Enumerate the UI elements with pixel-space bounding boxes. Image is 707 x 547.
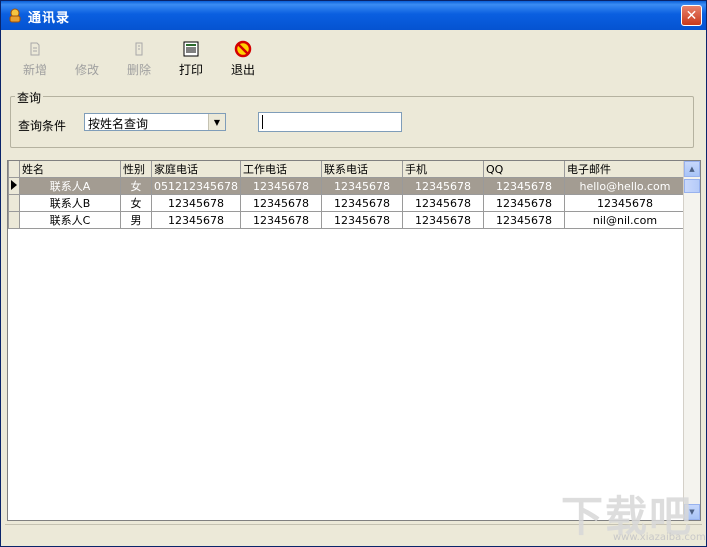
- column-header[interactable]: 电子邮件: [563, 161, 686, 178]
- exit-label: 退出: [230, 63, 255, 77]
- query-condition-label: 查询条件: [18, 119, 67, 133]
- table-cell[interactable]: 12345678: [320, 177, 403, 195]
- new-doc-icon: [30, 42, 40, 56]
- table-cell[interactable]: 12345678: [401, 194, 484, 212]
- close-button[interactable]: ✕: [681, 5, 702, 26]
- search-input[interactable]: [258, 112, 402, 132]
- row-selector-header: [8, 161, 20, 178]
- address-book-window: 通讯录 ✕ 新增 修改 删除 打印 退出 查询 查询条件 按姓名查询 ▼ 姓名 …: [0, 0, 707, 547]
- delete-label: 删除: [126, 63, 151, 77]
- scrollbar-thumb[interactable]: [684, 179, 700, 193]
- table-cell[interactable]: 12345678: [151, 211, 241, 229]
- table-cell[interactable]: 12345678: [239, 177, 322, 195]
- text-caret: [262, 115, 263, 129]
- column-header[interactable]: 工作电话: [239, 161, 322, 178]
- vertical-scrollbar[interactable]: ▲ ▼: [683, 161, 700, 520]
- column-header[interactable]: 家庭电话: [151, 161, 241, 178]
- query-group-title: 查询: [15, 89, 44, 106]
- print-icon: [183, 41, 199, 57]
- column-header[interactable]: 联系电话: [320, 161, 403, 178]
- query-condition-select[interactable]: 按姓名查询 ▼: [84, 113, 226, 131]
- print-button[interactable]: 打印: [165, 39, 217, 83]
- app-icon: [9, 8, 21, 23]
- title-bar[interactable]: 通讯录 ✕: [1, 1, 706, 30]
- table-cell[interactable]: 12345678: [401, 177, 484, 195]
- window-title: 通讯录: [28, 11, 71, 26]
- table-cell[interactable]: 12345678: [401, 211, 484, 229]
- delete-button[interactable]: 删除: [113, 39, 165, 83]
- row-selector[interactable]: [8, 177, 20, 195]
- table-cell[interactable]: 12345678: [151, 194, 241, 212]
- table-cell[interactable]: 联系人A: [19, 177, 121, 195]
- edit-icon: [77, 39, 97, 59]
- row-selector[interactable]: [8, 194, 20, 212]
- table-cell[interactable]: 12345678: [320, 194, 403, 212]
- row-selector[interactable]: [8, 211, 20, 229]
- add-button[interactable]: 新增: [9, 39, 61, 83]
- column-header[interactable]: 姓名: [19, 161, 121, 178]
- chevron-down-icon[interactable]: ▼: [208, 114, 225, 130]
- table-cell[interactable]: 女: [120, 177, 152, 195]
- table-cell[interactable]: 12345678: [482, 177, 565, 195]
- add-label: 新增: [22, 63, 47, 77]
- table-cell[interactable]: 联系人B: [19, 194, 121, 212]
- watermark-url: www.xiazaiba.com: [613, 532, 706, 543]
- edit-button[interactable]: 修改: [61, 39, 113, 83]
- table-row[interactable]: 联系人C 男 12345678 12345678 12345678 123456…: [8, 211, 686, 229]
- table-cell[interactable]: 12345678: [563, 194, 686, 212]
- close-icon: ✕: [685, 7, 698, 24]
- exit-icon: [234, 40, 252, 58]
- table-cell[interactable]: 12345678: [482, 211, 565, 229]
- delete-icon: [135, 42, 143, 56]
- column-header[interactable]: 性别: [120, 161, 152, 178]
- chevron-up-icon: ▲: [689, 165, 695, 173]
- table-cell[interactable]: 12345678: [239, 211, 322, 229]
- table-cell[interactable]: 男: [120, 211, 152, 229]
- table-cell[interactable]: 12345678: [482, 194, 565, 212]
- table-row[interactable]: 联系人B 女 12345678 12345678 12345678 123456…: [8, 194, 686, 212]
- table-cell[interactable]: 12345678: [320, 211, 403, 229]
- table-cell[interactable]: 女: [120, 194, 152, 212]
- current-row-arrow-icon: [11, 179, 17, 190]
- scroll-up-button[interactable]: ▲: [684, 161, 700, 177]
- column-header[interactable]: 手机: [401, 161, 484, 178]
- table-cell[interactable]: hello@hello.com: [563, 177, 686, 195]
- table-cell[interactable]: 联系人C: [19, 211, 121, 229]
- query-condition-value: 按姓名查询: [88, 117, 149, 131]
- table-cell[interactable]: 12345678: [239, 194, 322, 212]
- table-header-row: 姓名 性别 家庭电话 工作电话 联系电话 手机 QQ 电子邮件: [8, 161, 686, 178]
- edit-label: 修改: [74, 63, 99, 77]
- print-label: 打印: [178, 63, 203, 77]
- table-cell[interactable]: nil@nil.com: [563, 211, 686, 229]
- toolbar: 新增 修改 删除 打印 退出: [1, 31, 706, 83]
- table-cell[interactable]: 051212345678: [151, 177, 241, 195]
- contacts-grid[interactable]: 姓名 性别 家庭电话 工作电话 联系电话 手机 QQ 电子邮件 联系人A 女 0…: [7, 160, 701, 521]
- table-row[interactable]: 联系人A 女 051212345678 12345678 12345678 12…: [8, 177, 686, 195]
- exit-button[interactable]: 退出: [217, 39, 269, 83]
- contacts-table: 姓名 性别 家庭电话 工作电话 联系电话 手机 QQ 电子邮件 联系人A 女 0…: [8, 161, 686, 229]
- column-header[interactable]: QQ: [482, 161, 565, 178]
